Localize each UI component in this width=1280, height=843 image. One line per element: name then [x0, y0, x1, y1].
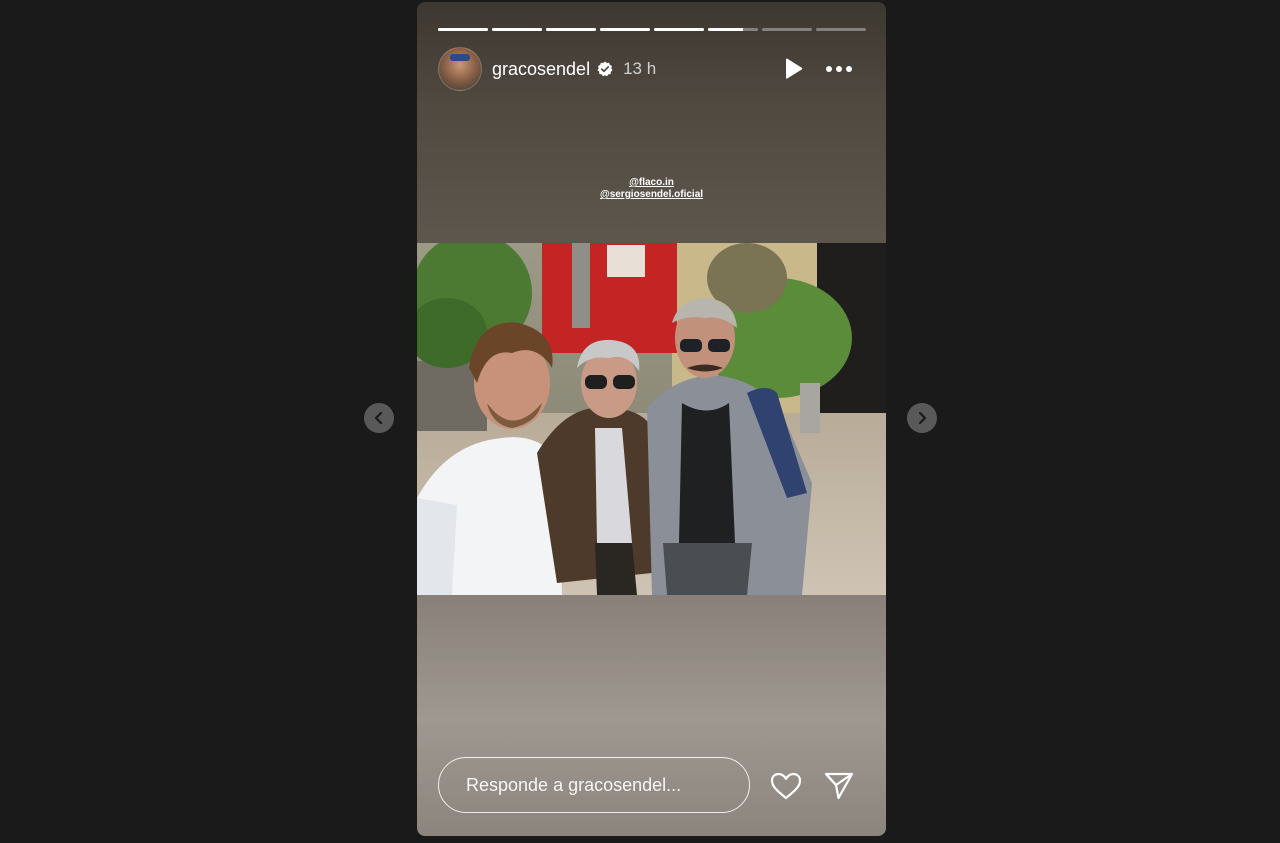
progress-segment — [438, 28, 488, 31]
play-button[interactable] — [781, 57, 805, 81]
mention-stickers: @flaco.in @sergiosendel.oficial — [417, 177, 886, 201]
chevron-left-icon — [374, 411, 383, 425]
verified-badge-icon — [597, 61, 613, 77]
progress-segment — [816, 28, 866, 31]
more-horizontal-icon — [826, 66, 852, 72]
like-button[interactable] — [770, 771, 802, 801]
story-viewer[interactable]: gracosendel 13 h @flaco.in @sergiosendel… — [417, 2, 886, 836]
chevron-right-icon — [918, 411, 927, 425]
progress-segment — [600, 28, 650, 31]
heart-icon — [770, 772, 802, 800]
previous-story-button[interactable] — [364, 403, 394, 433]
play-icon — [786, 58, 803, 79]
story-photo — [417, 243, 886, 595]
username[interactable]: gracosendel — [492, 59, 590, 80]
story-progress-bar — [438, 28, 866, 31]
send-icon — [824, 772, 854, 800]
next-story-button[interactable] — [907, 403, 937, 433]
mention-link[interactable]: @sergiosendel.oficial — [417, 189, 886, 201]
progress-segment — [492, 28, 542, 31]
reply-input[interactable] — [438, 757, 750, 813]
progress-segment — [546, 28, 596, 31]
share-button[interactable] — [823, 771, 855, 801]
progress-segment — [654, 28, 704, 31]
reply-bar — [438, 757, 866, 815]
story-header: gracosendel 13 h — [438, 46, 866, 92]
progress-segment — [708, 28, 758, 31]
progress-segment — [762, 28, 812, 31]
mention-link[interactable]: @flaco.in — [417, 177, 886, 189]
post-time: 13 h — [623, 59, 657, 78]
more-options-button[interactable] — [824, 57, 854, 81]
avatar[interactable] — [438, 47, 482, 91]
